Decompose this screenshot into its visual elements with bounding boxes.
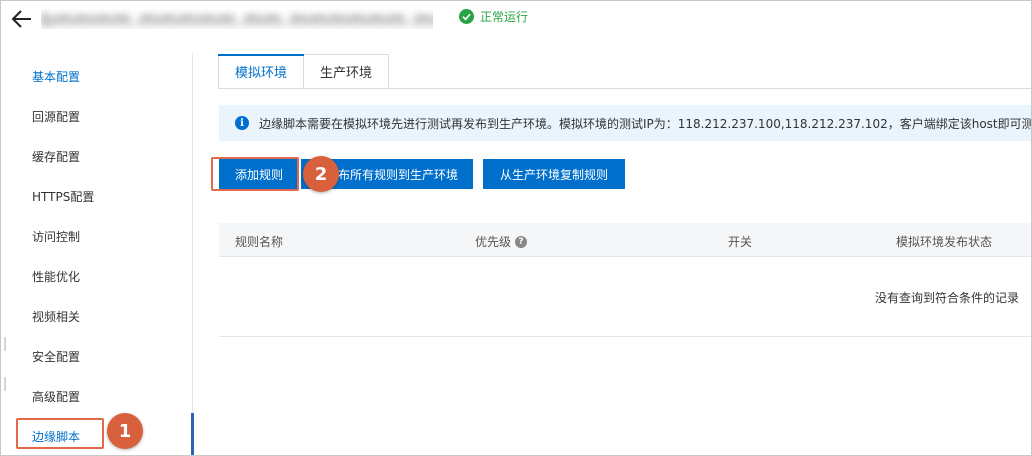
sidebar-divider	[4, 337, 6, 351]
step-badge-2: 2	[303, 156, 339, 192]
sidebar	[1, 53, 194, 455]
sidebar-item-basic[interactable]: 基本配置	[32, 68, 80, 85]
help-icon[interactable]: ?	[515, 235, 528, 248]
arrow-left-icon	[11, 10, 31, 28]
sidebar-item-cache[interactable]: 缓存配置	[32, 148, 80, 165]
column-rule-name-label: 规则名称	[235, 235, 284, 249]
tab-simulation[interactable]: 模拟环境	[218, 54, 305, 88]
tab-production[interactable]: 生产环境	[304, 54, 390, 88]
environment-tabs: 模拟环境 生产环境	[218, 54, 390, 88]
sidebar-item-https[interactable]: HTTPS配置	[32, 188, 94, 205]
back-button[interactable]	[11, 7, 33, 31]
column-sim-status-label: 模拟环境发布状态	[896, 235, 993, 249]
sidebar-item-advanced[interactable]: 高级配置	[32, 388, 80, 405]
highlight-box-edge-script	[16, 418, 104, 449]
column-sim-status: 模拟环境发布状态	[896, 233, 992, 250]
column-switch-label: 开关	[728, 235, 753, 249]
step-badge-1: 1	[107, 413, 143, 449]
copy-from-production-button[interactable]: 从生产环境复制规则	[483, 159, 625, 189]
empty-message: 没有查询到符合条件的记录	[875, 291, 1020, 305]
status-indicator: 正常运行	[459, 8, 528, 25]
app-window: bmmmm.mmmmm.mm.mmmmmm.mmmm.dmp 正常运行 基本配置…	[0, 0, 1032, 456]
sidebar-item-access[interactable]: 访问控制	[32, 228, 80, 245]
sidebar-item-performance[interactable]: 性能优化	[32, 268, 80, 285]
sidebar-item-video[interactable]: 视频相关	[32, 308, 80, 325]
info-notice: i 边缘脚本需要在模拟环境先进行测试再发布到生产环境。模拟环境的测试IP为：11…	[219, 105, 1032, 141]
check-circle-icon	[459, 9, 474, 24]
column-priority: 优先级 ?	[475, 233, 528, 250]
status-text: 正常运行	[480, 10, 529, 24]
domain-title: bmmmm.mmmmm.mm.mmmmmm.mmmm.dmp	[41, 9, 433, 29]
table-empty-row: 没有查询到符合条件的记录	[219, 257, 1031, 337]
sidebar-divider	[4, 377, 6, 391]
sidebar-scrollbar[interactable]	[191, 413, 194, 455]
sidebar-item-security[interactable]: 安全配置	[32, 348, 80, 365]
table-header: 规则名称 优先级 ? 开关 模拟环境发布状态	[219, 223, 1031, 257]
highlight-box-add-rule	[211, 157, 299, 191]
tabs-divider	[218, 88, 1031, 89]
column-switch: 开关	[728, 233, 752, 250]
notice-text: 边缘脚本需要在模拟环境先进行测试再发布到生产环境。模拟环境的测试IP为：118.…	[259, 116, 1032, 131]
column-rule-name: 规则名称	[235, 233, 283, 250]
column-priority-label: 优先级	[475, 235, 512, 249]
sidebar-item-origin[interactable]: 回源配置	[32, 108, 80, 125]
info-icon: i	[235, 116, 249, 130]
